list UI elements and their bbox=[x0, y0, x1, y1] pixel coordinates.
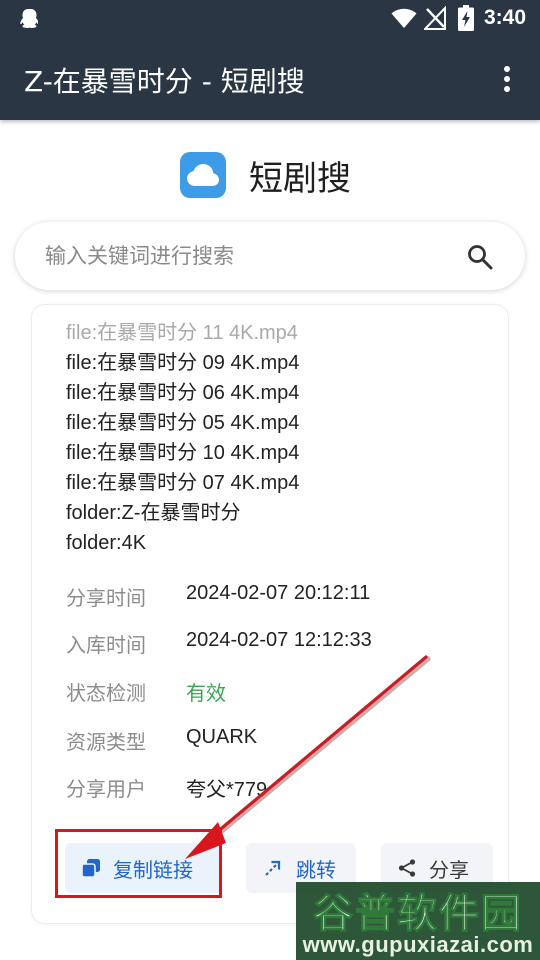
meta-label: 入库时间 bbox=[66, 633, 146, 657]
share-icon bbox=[398, 859, 416, 877]
more-options-button[interactable] bbox=[494, 62, 520, 96]
share-time-value: 2024-02-07 20:12:11 bbox=[186, 582, 371, 604]
meta-label: 状态检测 bbox=[66, 681, 146, 705]
search-icon[interactable] bbox=[466, 243, 494, 271]
meta-label: 资源类型 bbox=[66, 730, 146, 754]
app-title: Z-在暴雪时分 - 短剧搜 bbox=[24, 65, 305, 98]
brand-name: 短剧搜 bbox=[249, 159, 351, 199]
watermark-url: www.gupuxiazai.com bbox=[302, 932, 534, 957]
status-bar: 3:40 bbox=[0, 0, 540, 36]
file-list: file:在暴雪时分 11 4K.mp4 file:在暴雪时分 09 4K.mp… bbox=[66, 318, 299, 558]
wifi-icon bbox=[391, 8, 417, 29]
folder-item: folder:4K bbox=[66, 532, 147, 554]
brand-logo bbox=[180, 152, 226, 198]
folder-item: folder:Z-在暴雪时分 bbox=[66, 502, 241, 524]
battery-charging-icon bbox=[458, 5, 474, 31]
search-input[interactable] bbox=[45, 236, 445, 276]
share-user-value: 夸父*779 bbox=[186, 779, 268, 801]
meta-label: 分享时间 bbox=[66, 586, 146, 610]
watermark-logo: 谷普软件园 bbox=[312, 890, 523, 936]
status-clock: 3:40 bbox=[484, 6, 527, 29]
cloud-icon bbox=[187, 164, 219, 186]
more-vertical-icon bbox=[504, 66, 510, 72]
svg-text:谷普软件园: 谷普软件园 bbox=[313, 891, 523, 936]
search-box[interactable] bbox=[15, 222, 525, 290]
file-item: file:在暴雪时分 07 4K.mp4 bbox=[66, 472, 300, 494]
watermark: 谷普软件园 www.gupuxiazai.com bbox=[296, 882, 540, 960]
file-item: file:在暴雪时分 09 4K.mp4 bbox=[66, 352, 300, 374]
resource-type-value: QUARK bbox=[186, 726, 258, 748]
import-time-value: 2024-02-07 12:12:33 bbox=[186, 629, 372, 651]
bird-icon bbox=[20, 8, 38, 28]
file-item: file:在暴雪时分 06 4K.mp4 bbox=[66, 382, 300, 404]
jump-icon bbox=[265, 860, 281, 876]
share-label: 分享 bbox=[429, 857, 469, 882]
no-signal-icon bbox=[424, 6, 446, 30]
file-item: file:在暴雪时分 05 4K.mp4 bbox=[66, 412, 300, 434]
annotation-highlight-box bbox=[55, 829, 222, 898]
file-item: file:在暴雪时分 10 4K.mp4 bbox=[66, 442, 300, 464]
status-badge: 有效 bbox=[186, 681, 226, 705]
app-bar: Z-在暴雪时分 - 短剧搜 bbox=[0, 36, 540, 120]
file-item: file:在暴雪时分 11 4K.mp4 bbox=[66, 322, 298, 344]
jump-label: 跳转 bbox=[296, 857, 336, 882]
meta-label: 分享用户 bbox=[66, 777, 146, 801]
